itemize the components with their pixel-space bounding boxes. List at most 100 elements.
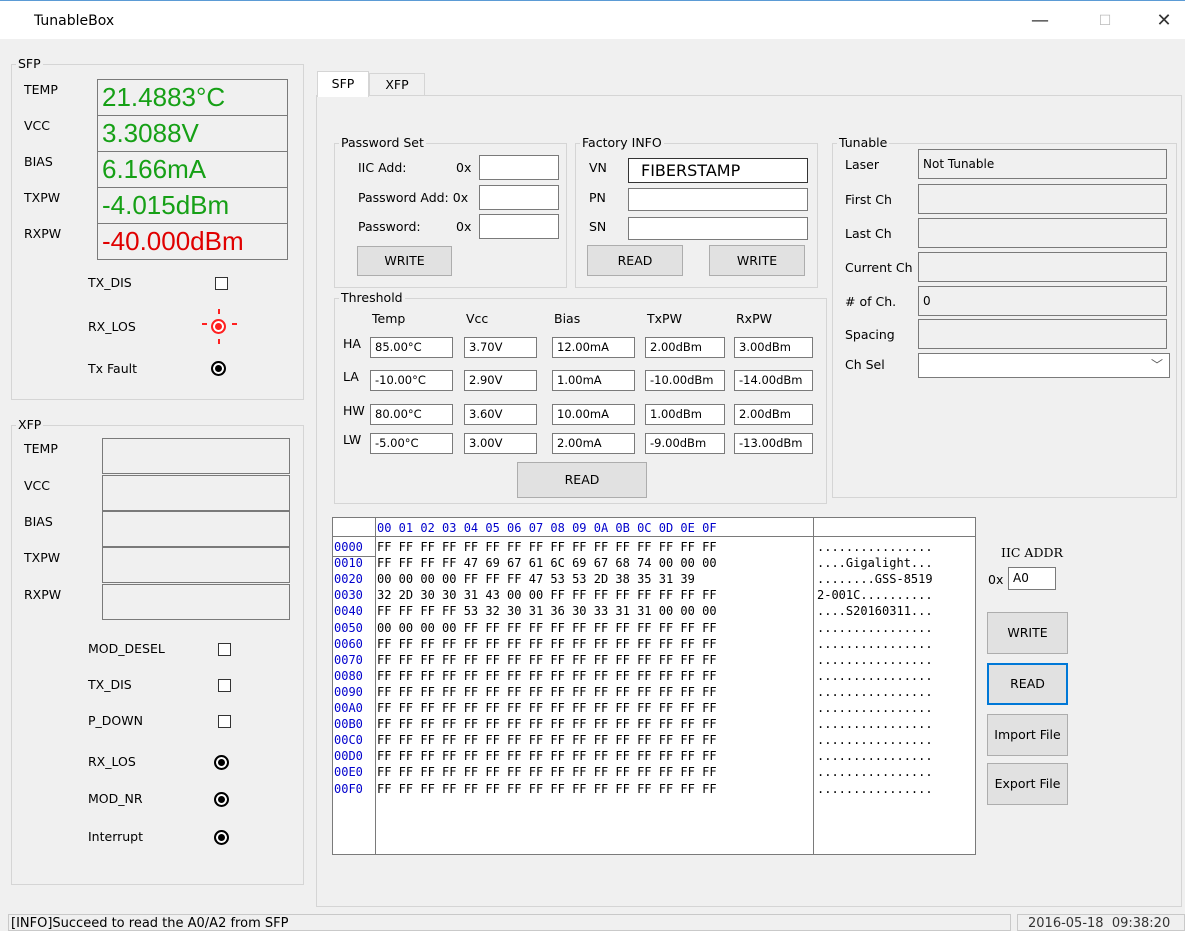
hex-row-bytes[interactable]: FF FF FF FF FF FF FF FF FF FF FF FF FF F…: [377, 748, 717, 764]
xfp-txpw-value: [102, 547, 290, 583]
hex-row-address: 00C0: [334, 733, 363, 748]
hex-write-button[interactable]: WRITE: [987, 612, 1068, 654]
threshold-ha-rxpw-input[interactable]: 3.00dBm: [734, 337, 813, 358]
hex-read-button[interactable]: READ: [987, 663, 1068, 705]
hex-row-address: 0090: [334, 684, 363, 699]
sn-input[interactable]: [628, 217, 808, 240]
tunable-laser-label: Laser: [845, 157, 879, 172]
hex-row-bytes[interactable]: FF FF FF FF FF FF FF FF FF FF FF FF FF F…: [377, 539, 717, 555]
maximize-button[interactable]: ☐: [1085, 7, 1125, 35]
minimize-button[interactable]: —: [1020, 7, 1060, 35]
threshold-la-rxpw-input[interactable]: -14.00dBm: [734, 370, 813, 391]
xfp-txpw-label: TXPW: [24, 550, 61, 565]
sfp-txpw-value: -4.015dBm: [97, 187, 288, 224]
hex-row-bytes[interactable]: FF FF FF FF FF FF FF FF FF FF FF FF FF F…: [377, 716, 717, 732]
hex-row-bytes[interactable]: FF FF FF FF FF FF FF FF FF FF FF FF FF F…: [377, 781, 717, 797]
hex-row-bytes[interactable]: FF FF FF FF FF FF FF FF FF FF FF FF FF F…: [377, 732, 717, 748]
threshold-la-vcc-input[interactable]: 2.90V: [464, 370, 537, 391]
password-label: Password:: [358, 219, 421, 234]
window-title: TunableBox: [34, 13, 115, 29]
threshold-lw-bias-input[interactable]: 2.00mA: [552, 433, 635, 454]
threshold-hw-bias-input[interactable]: 10.00mA: [552, 404, 635, 425]
import-file-button[interactable]: Import File: [987, 714, 1068, 756]
xfp-tx-dis-label: TX_DIS: [88, 677, 132, 692]
tunable-of-ch-label: # of Ch.: [845, 294, 897, 309]
password-prefix: 0x: [456, 219, 472, 234]
vn-label: VN: [589, 160, 607, 175]
sfp-tx-dis-label: TX_DIS: [88, 275, 132, 290]
factory-read-button[interactable]: READ: [587, 245, 683, 276]
status-date: 2016-05-18: [1028, 916, 1104, 931]
export-file-button[interactable]: Export File: [987, 763, 1068, 805]
threshold-la-bias-input[interactable]: 1.00mA: [552, 370, 635, 391]
threshold-row-hw: HW: [343, 403, 365, 418]
threshold-ha-vcc-input[interactable]: 3.70V: [464, 337, 537, 358]
password-input[interactable]: [479, 214, 559, 239]
hex-row-bytes[interactable]: FF FF FF FF 53 32 30 31 36 30 33 31 31 0…: [377, 603, 717, 619]
sfp-bias-value: 6.166mA: [97, 151, 288, 188]
xfp-mod-nr-label: MOD_NR: [88, 791, 143, 806]
hex-row-ascii: ................: [817, 684, 933, 699]
xfp-tx-dis-checkbox[interactable]: [218, 679, 231, 692]
threshold-hw-rxpw-input[interactable]: 2.00dBm: [734, 404, 813, 425]
close-button[interactable]: ✕: [1144, 7, 1184, 35]
iic-add-input[interactable]: [479, 155, 559, 180]
hex-row-address: 0070: [334, 652, 363, 667]
xfp-p-down-checkbox[interactable]: [218, 715, 231, 728]
threshold-lw-txpw-input[interactable]: -9.00dBm: [645, 433, 725, 454]
threshold-col-txpw: TxPW: [647, 311, 682, 326]
xfp-group-title: XFP: [16, 417, 44, 433]
threshold-col-bias: Bias: [554, 311, 581, 326]
threshold-la-txpw-input[interactable]: -10.00dBm: [645, 370, 725, 391]
threshold-lw-temp-input[interactable]: -5.00°C: [370, 433, 453, 454]
threshold-ha-bias-input[interactable]: 12.00mA: [552, 337, 635, 358]
hex-row-ascii: ................: [817, 652, 933, 667]
xfp-interrupt-indicator-icon: [214, 830, 229, 845]
threshold-ha-temp-input[interactable]: 85.00°C: [370, 337, 453, 358]
threshold-hw-txpw-input[interactable]: 1.00dBm: [645, 404, 725, 425]
led-ray: [218, 309, 220, 314]
hex-row-bytes[interactable]: FF FF FF FF FF FF FF FF FF FF FF FF FF F…: [377, 668, 717, 684]
factory-write-button[interactable]: WRITE: [709, 245, 805, 276]
hex-row-bytes[interactable]: FF FF FF FF FF FF FF FF FF FF FF FF FF F…: [377, 700, 717, 716]
threshold-hw-vcc-input[interactable]: 3.60V: [464, 404, 537, 425]
hex-row-bytes[interactable]: FF FF FF FF FF FF FF FF FF FF FF FF FF F…: [377, 652, 717, 668]
app-window: TunableBox — ☐ ✕ SFP TEMP 21.4883°C VCC 3.3…: [0, 0, 1185, 931]
hex-row-address: 00F0: [334, 781, 363, 796]
hex-row-bytes[interactable]: 32 2D 30 30 31 43 00 00 FF FF FF FF FF F…: [377, 587, 717, 603]
sfp-rx-los-label: RX_LOS: [88, 319, 136, 334]
hex-row-bytes[interactable]: 00 00 00 00 FF FF FF FF FF FF FF FF FF F…: [377, 620, 717, 636]
threshold-lw-vcc-input[interactable]: 3.00V: [464, 433, 537, 454]
threshold-title: Threshold: [339, 290, 405, 306]
status-datetime: 2016-05-18 09:38:20: [1017, 914, 1185, 931]
ch-sel-dropdown[interactable]: [918, 353, 1170, 378]
threshold-la-temp-input[interactable]: -10.00°C: [370, 370, 453, 391]
threshold-read-button[interactable]: READ: [517, 462, 647, 498]
iic-addr-input[interactable]: A0: [1008, 567, 1056, 590]
tab-sfp[interactable]: SFP: [317, 71, 369, 97]
hex-row-bytes[interactable]: FF FF FF FF FF FF FF FF FF FF FF FF FF F…: [377, 764, 717, 780]
threshold-hw-temp-input[interactable]: 80.00°C: [370, 404, 453, 425]
xfp-rx-los-label: RX_LOS: [88, 754, 136, 769]
threshold-ha-txpw-input[interactable]: 2.00dBm: [645, 337, 725, 358]
factory-info-title: Factory INFO: [580, 135, 664, 151]
tab-xfp[interactable]: XFP: [369, 73, 425, 95]
title-bar: TunableBox — ☐ ✕: [0, 1, 1185, 39]
eeprom-hex-grid[interactable]: 00 01 02 03 04 05 06 07 08 09 0A 0B 0C 0…: [332, 517, 976, 855]
hex-row-bytes[interactable]: FF FF FF FF 47 69 67 61 6C 69 67 68 74 0…: [377, 555, 717, 571]
xfp-mod-desel-checkbox[interactable]: [218, 643, 231, 656]
hex-row-bytes[interactable]: FF FF FF FF FF FF FF FF FF FF FF FF FF F…: [377, 684, 717, 700]
hex-row-address: 0000: [334, 540, 363, 554]
hex-row-bytes[interactable]: 00 00 00 00 FF FF FF 47 53 53 2D 38 35 3…: [377, 571, 695, 587]
threshold-lw-rxpw-input[interactable]: -13.00dBm: [734, 433, 813, 454]
tunable-current-ch-value: [918, 252, 1167, 282]
vn-input[interactable]: FIBERSTAMP: [628, 158, 808, 183]
hex-row-bytes[interactable]: FF FF FF FF FF FF FF FF FF FF FF FF FF F…: [377, 636, 717, 652]
sfp-tx-dis-checkbox[interactable]: [215, 277, 228, 290]
hex-row-ascii: ................: [817, 749, 933, 764]
chevron-down-icon[interactable]: ﹀: [1148, 355, 1166, 375]
pn-input[interactable]: [628, 188, 808, 211]
xfp-vcc-label: VCC: [24, 478, 51, 493]
password-write-button[interactable]: WRITE: [357, 246, 452, 276]
password-add-input[interactable]: [479, 185, 559, 210]
